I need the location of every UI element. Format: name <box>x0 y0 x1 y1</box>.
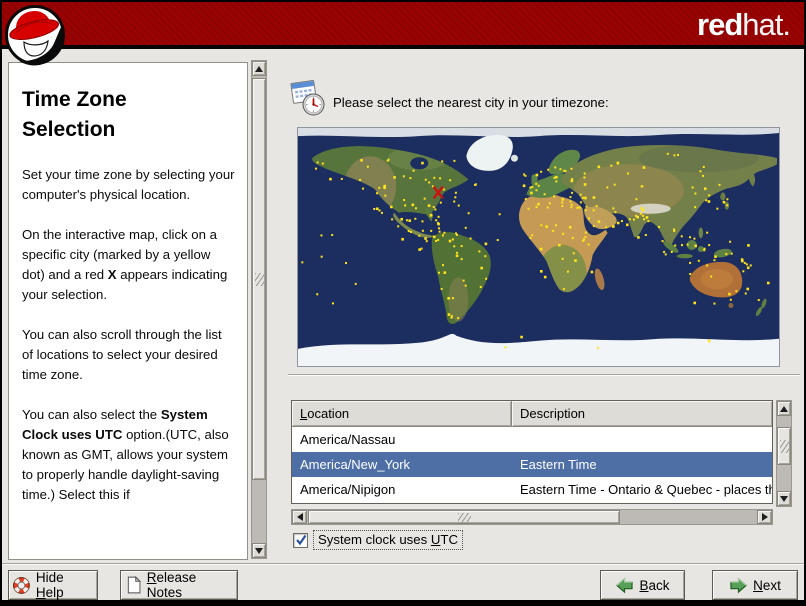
location-cell: America/New_York <box>300 457 411 472</box>
table-vertical-scrollbar[interactable] <box>776 400 792 507</box>
help-panel: Time Zone Selection Set your time zone b… <box>8 62 248 560</box>
hide-help-label: Hide Help <box>35 570 64 600</box>
table-row[interactable]: America/New_York Eastern Time <box>292 452 772 477</box>
scroll-down-button[interactable] <box>252 543 266 558</box>
page-title: Time Zone Selection <box>22 88 127 141</box>
down-arrow-icon <box>780 495 788 502</box>
scroll-right-button[interactable] <box>757 510 772 524</box>
back-label: Back <box>639 577 670 593</box>
separator-line <box>288 374 800 376</box>
table-row[interactable]: America/Nipigon Eastern Time - Ontario & … <box>292 477 772 502</box>
column-header-description[interactable]: Description <box>512 401 772 427</box>
next-label: Next <box>753 577 781 593</box>
right-arrow-icon <box>761 513 768 521</box>
back-button[interactable]: Back <box>600 570 685 600</box>
up-arrow-icon <box>780 405 788 412</box>
back-arrow-icon <box>616 577 634 593</box>
scroll-up-button[interactable] <box>252 61 266 76</box>
redhat-wordmark: redhat. <box>697 7 791 43</box>
scrollbar-thumb[interactable] <box>777 427 791 465</box>
help-paragraph: On the interactive map, click on a speci… <box>22 227 228 302</box>
release-notes-button[interactable]: Release Notes <box>120 570 238 600</box>
thumb-grip <box>457 512 471 522</box>
scroll-left-button[interactable] <box>292 510 307 524</box>
table-body: America/Nassau America/New_York Eastern Ti… <box>292 427 772 502</box>
utc-checkbox[interactable] <box>293 532 308 548</box>
thumb-grip <box>254 272 264 286</box>
scrollbar-thumb[interactable] <box>308 510 620 524</box>
location-cell: America/Nassau <box>300 432 396 447</box>
life-buoy-icon <box>13 576 30 594</box>
next-button[interactable]: Next <box>712 570 798 600</box>
help-paragraph: You can also scroll through the list of … <box>22 327 222 382</box>
column-header-location[interactable]: Location <box>292 401 512 427</box>
prompt-text: Please select the nearest city in your t… <box>333 95 609 110</box>
help-paragraph: You can also select the System Clock use… <box>22 407 229 502</box>
location-cell: America/Nipigon <box>300 482 396 497</box>
title-bar <box>2 2 804 49</box>
description-cell <box>512 427 772 452</box>
redhat-shadowman-icon <box>4 3 68 67</box>
brand-light: hat. <box>742 7 791 42</box>
hide-help-button[interactable]: Hide Help <box>8 570 98 600</box>
timezone-table: Location Description America/Nassau Ameri… <box>291 400 773 504</box>
description-cell: Eastern Time <box>520 457 597 472</box>
document-icon <box>127 575 142 594</box>
left-arrow-icon <box>296 513 303 521</box>
utc-checkbox-label[interactable]: System clock uses UTC <box>313 530 463 550</box>
calendar-clock-icon <box>288 79 326 117</box>
world-map[interactable] <box>297 127 780 367</box>
description-cell: Eastern Time - Ontario & Quebec - places… <box>520 482 772 497</box>
up-arrow-icon <box>255 65 263 72</box>
utc-option-row: System clock uses UTC <box>293 530 463 550</box>
table-row[interactable]: America/Nassau <box>292 427 772 452</box>
scrollbar-thumb[interactable] <box>252 78 266 480</box>
scroll-down-button[interactable] <box>777 491 791 506</box>
brand-bold: red <box>697 7 743 42</box>
scroll-up-button[interactable] <box>777 401 791 416</box>
next-arrow-icon <box>730 577 748 593</box>
help-scrollbar[interactable] <box>251 60 267 559</box>
installer-window: redhat. Time Zone Selection Set your tim… <box>0 0 806 606</box>
release-notes-label: Release Notes <box>146 570 197 600</box>
help-text: Set your time zone by selecting your com… <box>20 165 236 505</box>
table-horizontal-scrollbar[interactable] <box>291 509 773 525</box>
help-paragraph: Set your time zone by selecting your com… <box>22 167 235 202</box>
thumb-grip <box>779 439 789 453</box>
table-header: Location Description <box>292 401 772 427</box>
checkmark-icon <box>295 534 306 546</box>
down-arrow-icon <box>255 547 263 554</box>
footer-separator <box>2 563 804 565</box>
